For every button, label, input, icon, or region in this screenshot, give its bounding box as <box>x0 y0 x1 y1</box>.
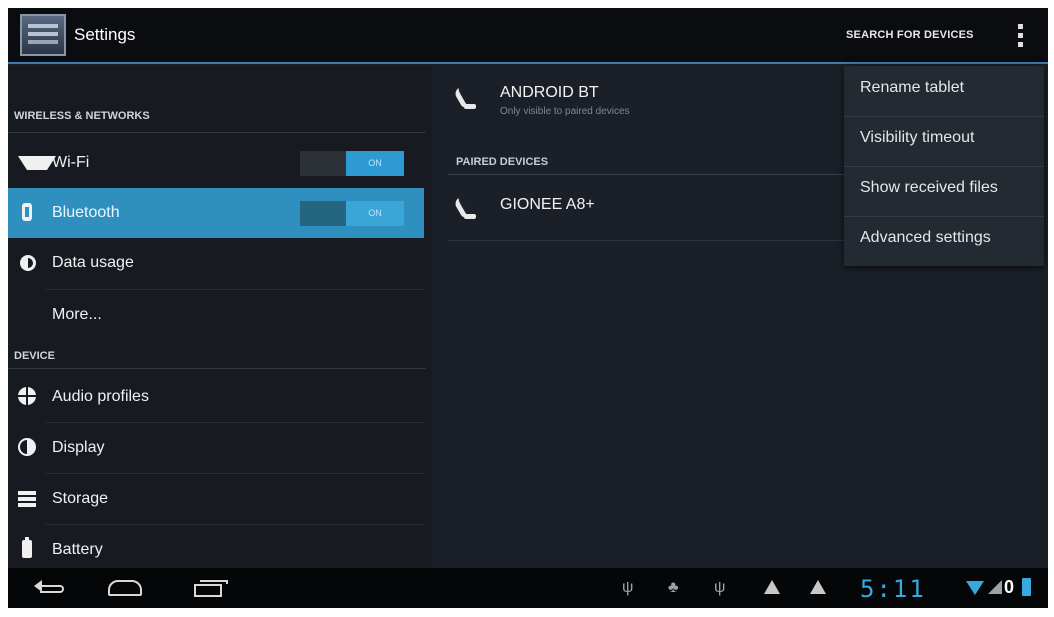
bluetooth-icon <box>22 203 32 221</box>
section-divider <box>8 132 426 133</box>
device-visibility: Only visible to paired devices <box>500 106 630 117</box>
audio-profiles-icon <box>18 387 36 405</box>
menu-item-show-received-files[interactable]: Show received files <box>844 166 1044 216</box>
section-divider <box>8 368 426 369</box>
bluetooth-toggle[interactable]: ON <box>300 201 404 226</box>
wifi-signal-icon[interactable] <box>966 581 984 595</box>
menu-item-rename-tablet[interactable]: Rename tablet <box>844 66 1044 116</box>
sidebar-item-bluetooth[interactable]: Bluetooth ON <box>8 188 424 238</box>
battery-status-icon[interactable] <box>1022 578 1031 596</box>
sidebar-item-label: Wi-Fi <box>52 154 90 171</box>
recent-apps-icon[interactable] <box>194 580 228 598</box>
menu-item-advanced-settings[interactable]: Advanced settings <box>844 216 1044 266</box>
sidebar-item-label: Data usage <box>52 254 134 271</box>
sidebar-item-audio-profiles[interactable]: Audio profiles <box>8 372 424 422</box>
system-bar: ψ ♣ ψ 5:11 0 <box>8 568 1048 608</box>
warning-icon[interactable] <box>764 580 780 594</box>
search-for-devices-button[interactable]: SEARCH FOR DEVICES <box>846 29 974 41</box>
display-icon <box>18 438 36 456</box>
sidebar-item-label: More... <box>52 306 102 323</box>
usb-icon[interactable]: ψ <box>622 580 633 596</box>
paired-device-item[interactable]: GIONEE A8+ <box>452 186 872 236</box>
sidebar-item-data-usage[interactable]: Data usage <box>8 238 424 288</box>
page-title: Settings <box>74 25 136 44</box>
sidebar-item-label: Battery <box>52 541 103 558</box>
paired-devices-header: PAIRED DEVICES <box>456 156 549 168</box>
menu-item-visibility-timeout[interactable]: Visibility timeout <box>844 116 1044 166</box>
warning-icon[interactable] <box>810 580 826 594</box>
section-divider <box>448 174 868 175</box>
phone-icon <box>456 88 476 112</box>
toggle-state: ON <box>346 151 404 176</box>
usb-icon[interactable]: ψ <box>714 580 725 596</box>
sidebar-item-label: Storage <box>52 490 109 507</box>
settings-app-icon[interactable] <box>20 14 66 56</box>
notification-count[interactable]: 0 <box>1004 577 1014 598</box>
sidebar-item-more[interactable]: More... <box>8 290 424 340</box>
section-header-wireless: WIRELESS & NETWORKS <box>14 110 150 122</box>
data-usage-icon <box>20 255 36 271</box>
toggle-state: ON <box>346 201 404 226</box>
sidebar-item-display[interactable]: Display <box>8 423 424 473</box>
paired-device-name: GIONEE A8+ <box>500 196 595 213</box>
sidebar-item-label: Bluetooth <box>52 204 120 221</box>
sidebar-item-wifi[interactable]: Wi-Fi ON <box>8 138 424 188</box>
back-icon[interactable] <box>34 580 68 594</box>
status-clock[interactable]: 5:11 <box>860 575 926 603</box>
overflow-menu-icon[interactable] <box>1012 22 1028 50</box>
settings-sidebar: WIRELESS & NETWORKS Wi-Fi ON Bluetooth O… <box>8 66 432 568</box>
row-divider <box>448 240 868 241</box>
local-device[interactable]: ANDROID BT Only visible to paired device… <box>452 84 852 144</box>
android-debug-icon[interactable]: ♣ <box>668 580 679 596</box>
storage-icon <box>18 491 36 507</box>
wifi-icon <box>18 156 56 190</box>
action-bar: Settings SEARCH FOR DEVICES <box>8 8 1048 64</box>
cell-signal-icon[interactable] <box>988 580 1002 594</box>
section-header-device: DEVICE <box>14 350 55 362</box>
wifi-toggle[interactable]: ON <box>300 151 404 176</box>
sidebar-item-storage[interactable]: Storage <box>8 474 424 524</box>
sidebar-item-label: Display <box>52 439 105 456</box>
battery-icon <box>22 537 32 558</box>
sidebar-item-label: Audio profiles <box>52 388 149 405</box>
device-name: ANDROID BT <box>500 84 599 101</box>
phone-icon <box>456 198 476 222</box>
overflow-menu: Rename tablet Visibility timeout Show re… <box>844 66 1044 266</box>
home-icon[interactable] <box>108 580 142 596</box>
screen: Settings SEARCH FOR DEVICES WIRELESS & N… <box>8 8 1048 608</box>
